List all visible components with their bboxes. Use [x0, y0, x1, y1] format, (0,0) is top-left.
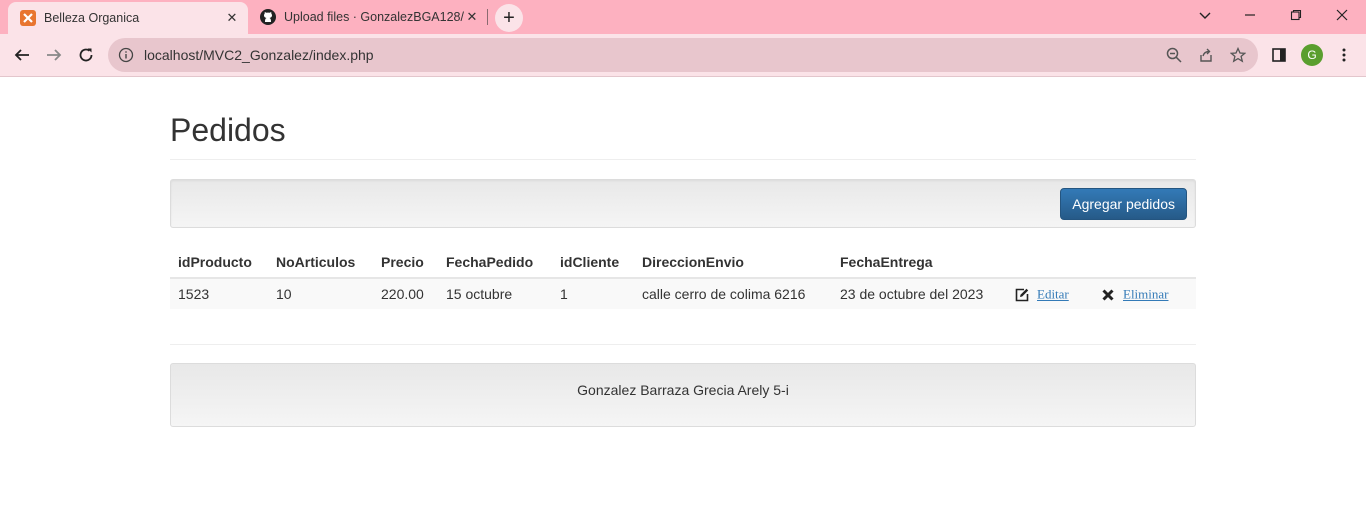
minimize-icon[interactable] — [1228, 0, 1272, 30]
orders-table: idProducto NoArticulos Precio FechaPedid… — [170, 246, 1196, 309]
page-title: Pedidos — [170, 112, 286, 148]
restore-icon[interactable] — [1274, 0, 1318, 30]
divider — [170, 344, 1196, 345]
add-order-button[interactable]: Agregar pedidos — [1060, 188, 1187, 220]
url-text: localhost/MVC2_Gonzalez/index.php — [144, 47, 374, 63]
column-header: NoArticulos — [268, 246, 373, 279]
footer-text: Gonzalez Barraza Grecia Arely 5-i — [577, 382, 789, 398]
close-tab-icon[interactable]: ✕ — [224, 10, 240, 26]
tab-belleza-organica[interactable]: Belleza Organica ✕ — [8, 2, 248, 34]
footer: Gonzalez Barraza Grecia Arely 5-i — [170, 363, 1196, 427]
side-panel-icon[interactable] — [1264, 40, 1294, 70]
column-header: idProducto — [170, 246, 268, 279]
tab-separator — [487, 9, 488, 25]
delete-link[interactable]: Eliminar — [1123, 287, 1169, 302]
column-header: DireccionEnvio — [634, 246, 832, 279]
tab-search-chevron-icon[interactable] — [1183, 0, 1227, 30]
cell-fechaentrega: 23 de octubre del 2023 — [832, 278, 1007, 309]
site-info-icon[interactable] — [118, 47, 134, 63]
forward-arrow-icon[interactable] — [39, 40, 69, 70]
github-icon — [260, 9, 276, 25]
bookmark-star-icon[interactable] — [1222, 40, 1254, 70]
browser-toolbar: localhost/MVC2_Gonzalez/index.php — [0, 34, 1366, 77]
xampp-icon — [20, 10, 36, 26]
zoom-out-icon[interactable] — [1158, 40, 1190, 70]
column-header: Precio — [373, 246, 438, 279]
toolbar-well: Agregar pedidos — [170, 179, 1196, 228]
delete-x-icon[interactable] — [1101, 288, 1115, 302]
back-arrow-icon[interactable] — [7, 40, 37, 70]
edit-icon[interactable] — [1015, 288, 1029, 302]
new-tab-button[interactable]: + — [495, 4, 523, 32]
profile-avatar[interactable]: G — [1301, 44, 1323, 66]
share-icon[interactable] — [1190, 40, 1222, 70]
main-content: Pedidos Agregar pedidos idProducto NoArt… — [170, 77, 1196, 309]
tab-title: Upload files · GonzalezBGA128/p — [284, 10, 464, 24]
edit-link[interactable]: Editar — [1037, 287, 1069, 302]
cell-idproducto: 1523 — [170, 278, 268, 309]
browser-menu-icon[interactable] — [1329, 40, 1359, 70]
tab-title: Belleza Organica — [44, 11, 140, 25]
close-tab-icon[interactable]: ✕ — [464, 9, 480, 25]
column-header: FechaPedido — [438, 246, 552, 279]
cell-idcliente: 1 — [552, 278, 634, 309]
tab-upload-files[interactable]: Upload files · GonzalezBGA128/p ✕ — [248, 0, 488, 34]
cell-direccionenvio: calle cerro de colima 6216 — [634, 278, 832, 309]
table-header-row: idProducto NoArticulos Precio FechaPedid… — [170, 246, 1196, 279]
cell-fechapedido: 15 octubre — [438, 278, 552, 309]
column-header-edit — [1007, 246, 1093, 279]
page-header: Pedidos — [170, 112, 1196, 160]
address-bar[interactable]: localhost/MVC2_Gonzalez/index.php — [108, 38, 1258, 72]
column-header: FechaEntrega — [832, 246, 1007, 279]
cell-noarticulos: 10 — [268, 278, 373, 309]
table-row: 1523 10 220.00 15 octubre 1 calle cerro … — [170, 278, 1196, 309]
browser-tab-strip: Belleza Organica ✕ Upload files · Gonzal… — [0, 0, 1366, 34]
column-header-delete — [1093, 246, 1196, 279]
edit-cell: Editar — [1007, 278, 1093, 309]
cell-precio: 220.00 — [373, 278, 438, 309]
reload-icon[interactable] — [71, 40, 101, 70]
close-window-icon[interactable] — [1320, 0, 1364, 30]
column-header: idCliente — [552, 246, 634, 279]
delete-cell: Eliminar — [1093, 278, 1196, 309]
